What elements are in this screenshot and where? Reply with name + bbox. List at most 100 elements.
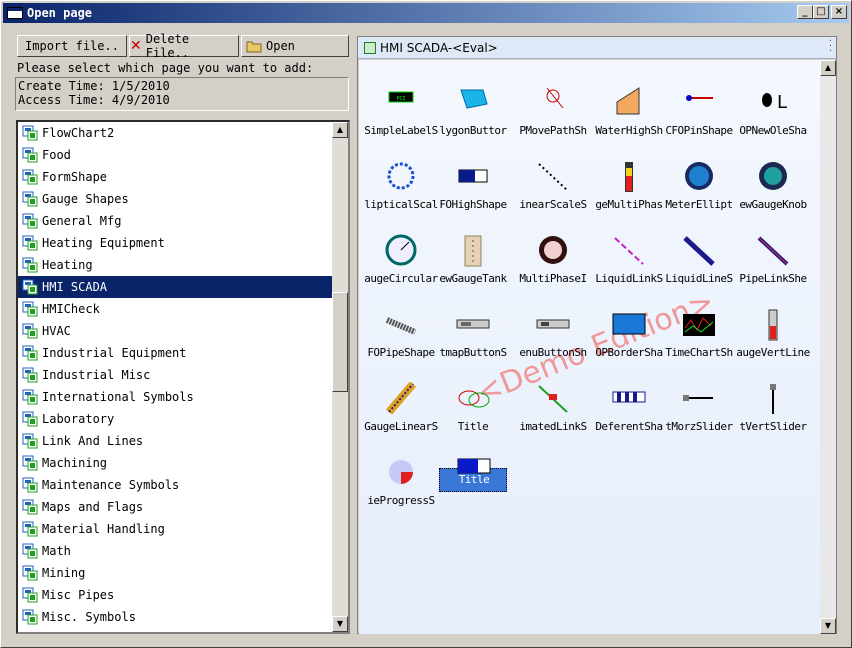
page-list-item[interactable]: Industrial Misc	[18, 364, 348, 386]
page-list-item[interactable]: HVAC	[18, 320, 348, 342]
shape-tile[interactable]: lygonButtor	[439, 78, 507, 144]
page-list-label: FormShape	[42, 170, 108, 184]
shape-tile[interactable]: tMorzSlider	[665, 374, 733, 440]
shape-tile[interactable]: GaugeLinearS	[364, 374, 438, 440]
shape-scrollbar[interactable]: ▲ ▼	[820, 60, 836, 634]
page-list-item[interactable]: FormShape	[18, 166, 348, 188]
shape-tile[interactable]: LiquidLinkS	[595, 226, 663, 292]
shape-preview-icon	[686, 95, 713, 101]
grid-icon	[364, 41, 376, 54]
page-list-item[interactable]: Misc. Symbols	[18, 606, 348, 628]
shape-preview-icon: L	[762, 92, 787, 113]
page-file-icon	[22, 565, 38, 581]
open-folder-icon	[246, 41, 262, 53]
scroll-thumb[interactable]	[332, 292, 348, 392]
shape-preview-icon	[385, 382, 417, 415]
page-list-label: Maps and Flags	[42, 500, 144, 514]
shape-tile[interactable]: FOPipeShape	[367, 300, 435, 366]
minimize-button[interactable]: _	[797, 5, 813, 19]
page-list-label: Industrial Equipment	[42, 346, 187, 360]
page-list-item[interactable]: International Symbols	[18, 386, 348, 408]
shape-tile[interactable]: OPBorderSha	[595, 300, 663, 366]
shape-caption: GaugeLinearS	[364, 420, 438, 433]
page-list-item[interactable]: Mining	[18, 562, 348, 584]
page-list-item[interactable]: Maps and Flags	[18, 496, 348, 518]
page-list-label: Math	[42, 544, 71, 558]
shape-caption: lygonButtor	[439, 124, 507, 137]
shape-tile[interactable]: DeferentSha	[595, 374, 663, 440]
page-list-item[interactable]: Maintenance Symbols	[18, 474, 348, 496]
shape-caption: MeterEllipt	[665, 198, 733, 211]
page-list-label: International Symbols	[42, 390, 194, 404]
page-list-item[interactable]: HMI SCADA	[18, 276, 348, 298]
shape-tile[interactable]: CFOPinShape	[665, 78, 733, 144]
page-file-icon	[22, 477, 38, 493]
page-list-item[interactable]: Food	[18, 144, 348, 166]
shape-tile[interactable]: MeterEllipt	[665, 152, 733, 218]
shape-tile[interactable]: PMovePathSh	[519, 78, 587, 144]
scroll-up-button[interactable]: ▲	[332, 122, 348, 138]
shape-tile[interactable]: MultiPhaseI	[519, 226, 587, 292]
shape-tile[interactable]: WaterHighSh	[595, 78, 663, 144]
shape-tile[interactable]: LiquidLineS	[665, 226, 733, 292]
shape-preview-icon	[538, 385, 568, 413]
window-icon	[7, 7, 23, 19]
page-list-item[interactable]: Heating Equipment	[18, 232, 348, 254]
maximize-button[interactable]: □	[813, 5, 829, 19]
title-bar[interactable]: Open page _ □ ×	[3, 3, 849, 23]
shape-tile[interactable]: enuButtonSh	[519, 300, 587, 366]
page-file-icon	[22, 213, 38, 229]
page-file-icon	[22, 411, 38, 427]
shape-tile[interactable]: FOHighShape	[439, 152, 507, 218]
shape-scroll-up[interactable]: ▲	[820, 60, 836, 76]
page-list-item[interactable]: General Mfg	[18, 210, 348, 232]
page-list-item[interactable]: Machining	[18, 452, 348, 474]
page-list-item[interactable]: Material Handling	[18, 518, 348, 540]
window-title: Open page	[27, 6, 93, 20]
shape-scroll-down[interactable]: ▼	[820, 618, 836, 634]
open-button[interactable]: Open	[241, 35, 349, 57]
shape-tile[interactable]: Title	[439, 458, 507, 492]
access-time: Access Time: 4/9/2010	[18, 93, 170, 107]
page-list-item[interactable]: Industrial Equipment	[18, 342, 348, 364]
shape-tile[interactable]: ewGaugeKnob	[739, 152, 807, 218]
shape-tile[interactable]: PipeLinkShe	[739, 226, 807, 292]
shape-tile[interactable]: L OPNewOleSha	[739, 78, 807, 144]
page-list-scrollbar[interactable]: ▲ ▼	[332, 122, 348, 632]
page-list-item[interactable]: Heating	[18, 254, 348, 276]
open-label: Open	[266, 39, 295, 53]
import-file-button[interactable]: Import file..	[17, 35, 127, 57]
scroll-down-button[interactable]: ▼	[332, 616, 348, 632]
create-time: Create Time: 1/5/2010	[18, 79, 170, 93]
page-list-item[interactable]: Link And Lines	[18, 430, 348, 452]
page-list-item[interactable]: FlowChart2	[18, 122, 348, 144]
shape-tile[interactable]: tmapButtonS	[439, 300, 507, 366]
shape-preview-icon	[539, 236, 567, 264]
shape-tile[interactable]: TimeChartSh	[665, 300, 733, 366]
page-file-icon	[22, 169, 38, 185]
shape-caption: ieProgressS	[367, 494, 435, 507]
page-list[interactable]: FlowChart2 Food FormShape Gauge Shapes Gener…	[16, 120, 350, 634]
shape-tile[interactable]: ewGaugeTank	[439, 226, 507, 292]
shape-caption: FOHighShape	[439, 198, 507, 211]
shape-tile[interactable]: inearScaleS	[519, 152, 587, 218]
page-list-item[interactable]: HMICheck	[18, 298, 348, 320]
page-list-item[interactable]: Laboratory	[18, 408, 348, 430]
shape-tile[interactable]: tVertSlider	[739, 374, 807, 440]
shape-preview-icon	[683, 395, 713, 401]
delete-file-button[interactable]: ✕ Delete File..	[129, 32, 239, 60]
panel-grip-icon[interactable]: · · ·	[829, 37, 832, 57]
page-list-item[interactable]: Misc Pipes	[18, 584, 348, 606]
page-list-item[interactable]: Gauge Shapes	[18, 188, 348, 210]
shape-tile[interactable]: lipticalScal	[364, 152, 438, 218]
shape-tile[interactable]: PCI SimpleLabelS	[364, 78, 438, 144]
shape-tile[interactable]: ieProgressS	[367, 448, 435, 514]
shape-tile[interactable]: imatedLinkS	[519, 374, 587, 440]
shape-tile[interactable]: augeCircular	[364, 226, 438, 292]
shape-tile[interactable]: augeVertLine	[736, 300, 810, 366]
shape-tile[interactable]: geMultiPhas	[595, 152, 663, 218]
shape-tile[interactable]: Title	[439, 374, 507, 440]
page-list-item[interactable]: Math	[18, 540, 348, 562]
close-button[interactable]: ×	[831, 5, 847, 19]
shape-caption: imatedLinkS	[519, 420, 587, 433]
